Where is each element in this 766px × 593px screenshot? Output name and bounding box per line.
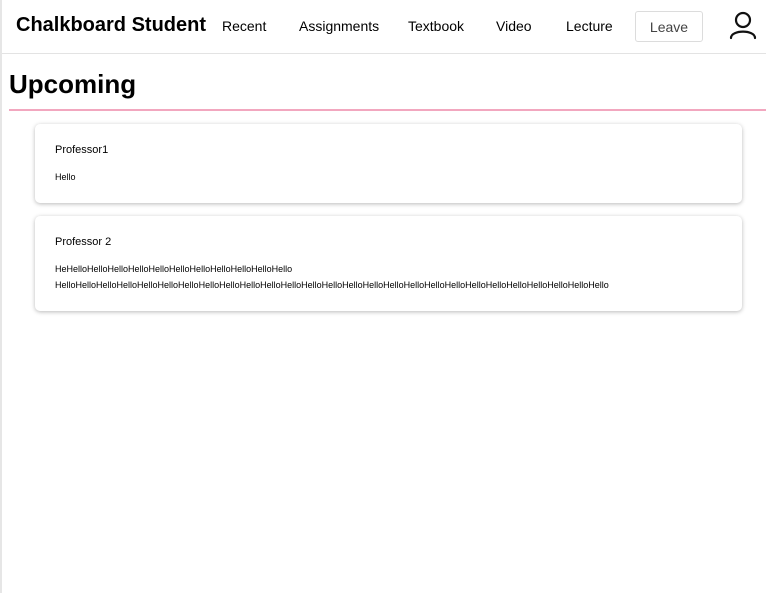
leave-button[interactable]: Leave: [635, 11, 703, 42]
nav-link-textbook[interactable]: Textbook: [408, 18, 464, 34]
post-text-line: Hello: [55, 172, 76, 182]
page-title: Upcoming: [9, 69, 137, 99]
title-divider: [9, 109, 766, 111]
post-author: Professor1: [55, 144, 109, 156]
nav-link-lecture[interactable]: Lecture: [566, 18, 613, 34]
user-icon[interactable]: [728, 10, 758, 40]
post-body: Hello: [55, 169, 723, 185]
navbar: Chalkboard Student Recent Assignments Te…: [2, 0, 766, 54]
post-text-line: HelloHelloHelloHelloHelloHelloHelloHello…: [55, 280, 609, 290]
nav-link-video[interactable]: Video: [496, 18, 532, 34]
nav-link-recent[interactable]: Recent: [222, 18, 266, 34]
nav-link-assignments[interactable]: Assignments: [299, 18, 379, 34]
post-author: Professor 2: [55, 236, 112, 248]
post-card-professor1: Professor1 Hello: [35, 124, 742, 203]
brand-title[interactable]: Chalkboard Student: [16, 14, 206, 37]
post-text-line: HeHelloHelloHelloHelloHelloHelloHelloHel…: [55, 264, 293, 274]
page: Chalkboard Student Recent Assignments Te…: [0, 0, 766, 593]
post-card-professor2: Professor 2 HeHelloHelloHelloHelloHelloH…: [35, 216, 742, 311]
post-body: HeHelloHelloHelloHelloHelloHelloHelloHel…: [55, 261, 723, 293]
